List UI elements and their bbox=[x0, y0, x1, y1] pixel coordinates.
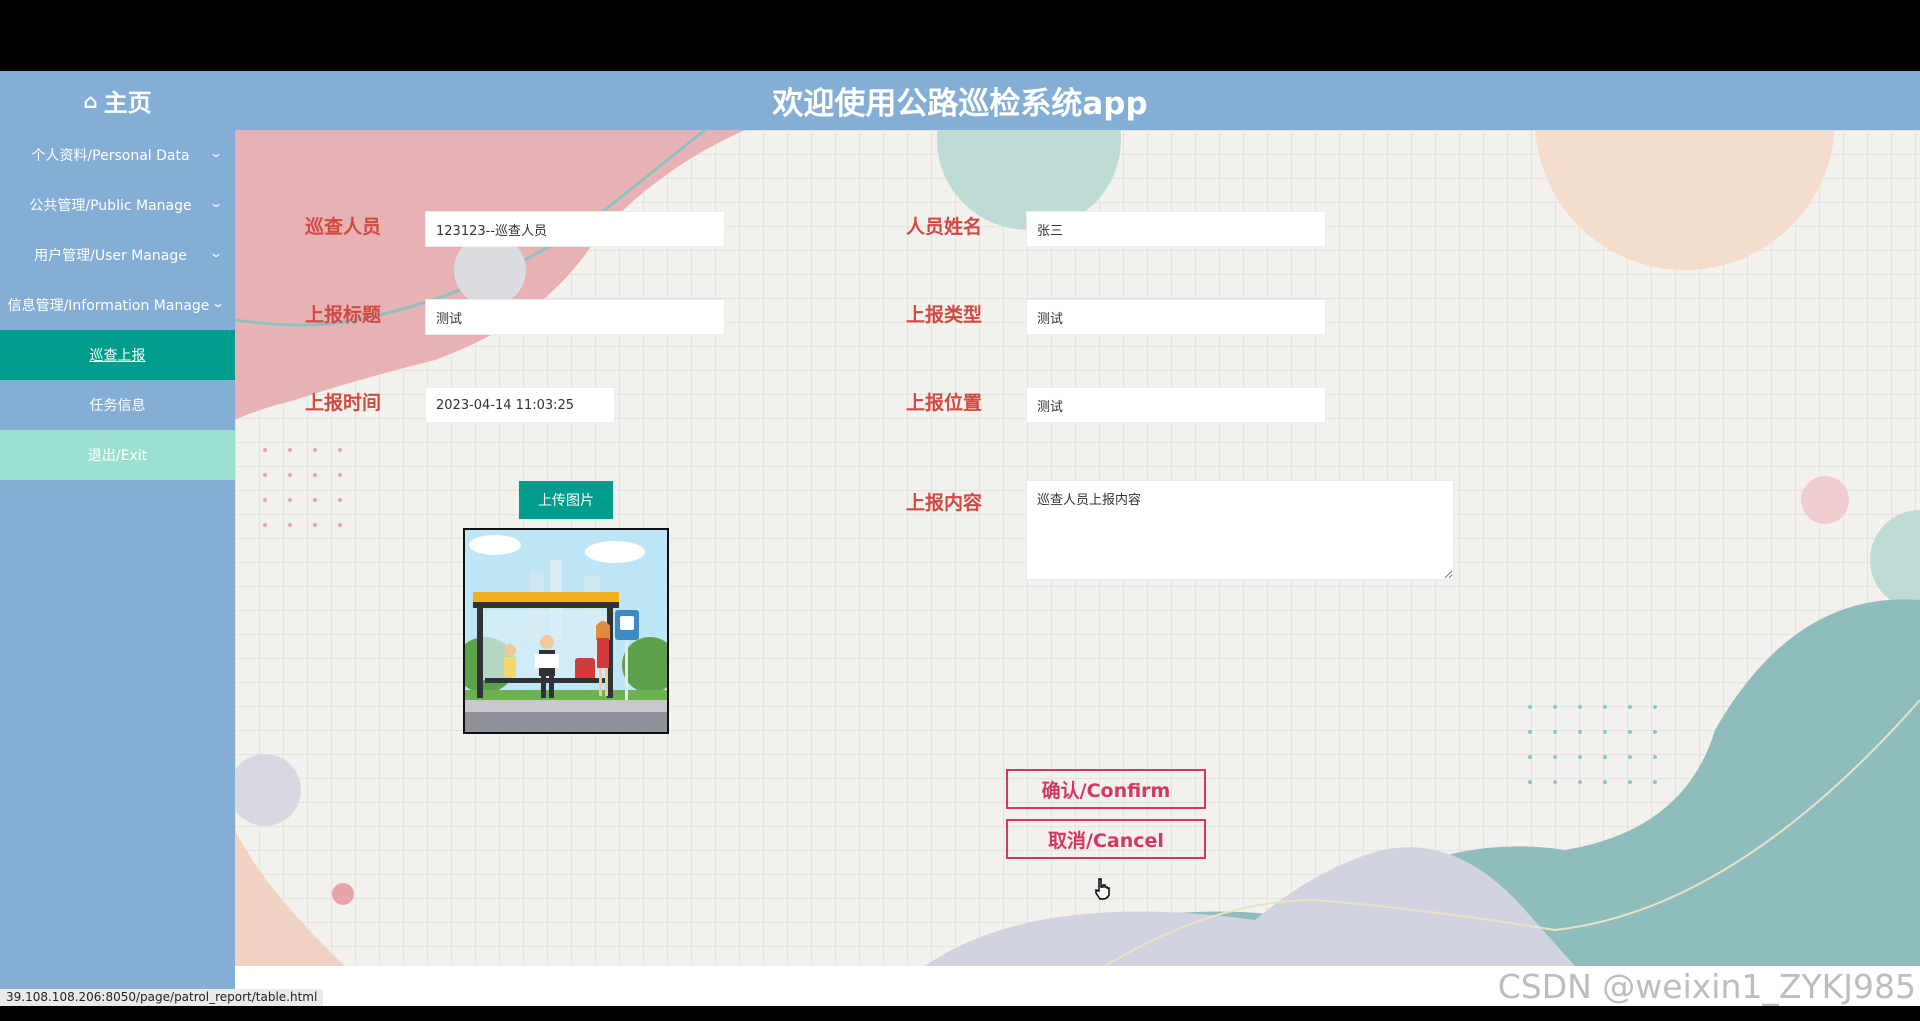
type-label: 上报类型 bbox=[906, 304, 983, 326]
sidebar-item-label: 个人资料/Personal Data bbox=[31, 148, 190, 164]
type-field[interactable] bbox=[1026, 299, 1326, 335]
time-field[interactable] bbox=[425, 387, 615, 423]
header-bar: ⌂ 主页 欢迎使用公路巡检系统app bbox=[0, 71, 1920, 130]
sidebar-item-label: 信息管理/Information Manage bbox=[7, 298, 210, 314]
sidebar-item-label: 巡查上报 bbox=[89, 348, 146, 364]
main-content: 巡查人员 人员姓名 上报标题 上报类型 上报时间 上报位置 上传图片 bbox=[235, 130, 1920, 966]
confirm-button[interactable]: 确认/Confirm bbox=[1006, 769, 1206, 809]
content-label: 上报内容 bbox=[906, 492, 983, 514]
sidebar-item-user-manage[interactable]: 用户管理/User Manage ⌄ bbox=[0, 230, 235, 280]
sidebar-item-public-manage[interactable]: 公共管理/Public Manage ⌄ bbox=[0, 180, 235, 230]
bus-stop-illustration bbox=[465, 530, 667, 732]
location-label: 上报位置 bbox=[906, 392, 983, 414]
chevron-down-icon: ⌄ bbox=[208, 246, 224, 260]
uploaded-image bbox=[463, 528, 669, 734]
app-title: 欢迎使用公路巡检系统app bbox=[772, 86, 1148, 122]
sidebar-item-information-manage[interactable]: 信息管理/Information Manage ⌄ bbox=[0, 280, 235, 330]
home-icon: ⌂ bbox=[83, 88, 98, 113]
title-label: 上报标题 bbox=[305, 304, 382, 326]
sidebar-item-label: 任务信息 bbox=[89, 398, 146, 414]
watermark: CSDN @weixin1_ZYKJ985 bbox=[1497, 967, 1916, 1006]
home-label: 主页 bbox=[103, 89, 152, 117]
sidebar-item-label: 用户管理/User Manage bbox=[34, 248, 187, 264]
chevron-down-icon: ⌄ bbox=[210, 296, 226, 310]
chevron-down-icon: ⌄ bbox=[208, 146, 224, 160]
sidebar-item-label: 公共管理/Public Manage bbox=[29, 198, 192, 214]
name-field[interactable] bbox=[1026, 211, 1326, 247]
sidebar: 个人资料/Personal Data ⌄ 公共管理/Public Manage … bbox=[0, 130, 235, 1006]
cancel-button[interactable]: 取消/Cancel bbox=[1006, 819, 1206, 859]
name-label: 人员姓名 bbox=[906, 216, 983, 238]
home-link[interactable]: ⌂ 主页 bbox=[0, 71, 235, 130]
sidebar-item-label: 退出/Exit bbox=[87, 448, 148, 464]
inspector-label: 巡查人员 bbox=[305, 216, 382, 238]
title-field[interactable] bbox=[425, 299, 725, 335]
hand-cursor-icon bbox=[1095, 878, 1110, 900]
sidebar-item-task-info[interactable]: 任务信息 bbox=[0, 380, 235, 430]
app-frame: ⌂ 主页 欢迎使用公路巡检系统app 个人资料/Personal Data ⌄ … bbox=[0, 71, 1920, 1006]
content-textarea[interactable]: 巡查人员上报内容 bbox=[1026, 480, 1454, 580]
location-field[interactable] bbox=[1026, 387, 1326, 423]
sidebar-item-exit[interactable]: 退出/Exit bbox=[0, 430, 235, 480]
sidebar-item-personal-data[interactable]: 个人资料/Personal Data ⌄ bbox=[0, 130, 235, 180]
chevron-down-icon: ⌄ bbox=[208, 196, 224, 210]
inspector-field[interactable] bbox=[425, 211, 725, 247]
upload-image-button[interactable]: 上传图片 bbox=[519, 481, 613, 519]
sidebar-item-patrol-report[interactable]: 巡查上报 bbox=[0, 330, 235, 380]
time-label: 上报时间 bbox=[305, 392, 382, 414]
status-bar-url: 39.108.108.206:8050/page/patrol_report/t… bbox=[0, 989, 324, 1006]
